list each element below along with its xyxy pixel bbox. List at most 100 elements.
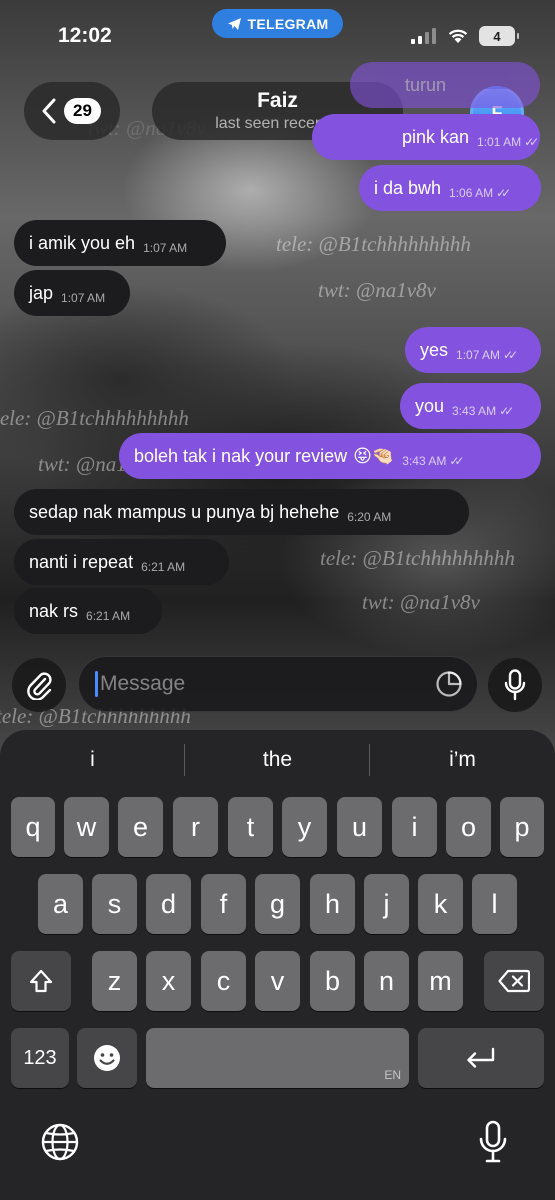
keyboard: i the i’m q w e r t y u i o p a s d f g … bbox=[0, 730, 555, 1200]
message-bubble-outgoing[interactable]: you 3:43 AM ✓✓ bbox=[400, 383, 541, 429]
message-text: boleh tak i nak your review bbox=[134, 445, 348, 466]
key-t[interactable]: t bbox=[228, 797, 273, 857]
message-time: 1:07 AM bbox=[143, 241, 188, 255]
message-bubble-outgoing[interactable]: boleh tak i nak your review 😝🤏🏻 3:43 AM ✓… bbox=[119, 433, 541, 479]
key-y[interactable]: y bbox=[282, 797, 327, 857]
divider bbox=[369, 744, 370, 776]
message-text: turun bbox=[405, 74, 447, 95]
telegram-pill[interactable]: TELEGRAM bbox=[212, 9, 343, 38]
message-time: 1:01 AM bbox=[477, 135, 522, 149]
status-icons: 4 bbox=[411, 26, 519, 46]
backspace-key[interactable] bbox=[484, 951, 544, 1011]
key-g[interactable]: g bbox=[255, 874, 300, 934]
suggestion-bar: i the i’m bbox=[0, 742, 555, 778]
key-e[interactable]: e bbox=[118, 797, 163, 857]
return-icon bbox=[467, 1047, 495, 1068]
return-key[interactable] bbox=[418, 1028, 544, 1088]
message-bubble-outgoing[interactable]: turun bbox=[350, 62, 540, 108]
message-bubble-incoming[interactable]: i amik you eh 1:07 AM bbox=[14, 220, 226, 266]
back-button[interactable]: 29 bbox=[24, 82, 120, 140]
message-input-container[interactable] bbox=[78, 656, 478, 712]
microphone-icon bbox=[504, 669, 526, 701]
message-bubble-outgoing[interactable]: yes 1:07 AM ✓✓ bbox=[405, 327, 541, 373]
message-time: 6:21 AM bbox=[86, 609, 131, 623]
message-bubble-incoming[interactable]: jap 1:07 AM bbox=[14, 270, 130, 316]
key-w[interactable]: w bbox=[64, 797, 109, 857]
key-b[interactable]: b bbox=[310, 951, 355, 1011]
message-meta: 1:01 AM ✓✓ bbox=[477, 135, 539, 149]
key-u[interactable]: u bbox=[337, 797, 382, 857]
key-o[interactable]: o bbox=[446, 797, 491, 857]
suggestion-item[interactable]: the bbox=[185, 742, 370, 778]
emoji-key[interactable] bbox=[77, 1028, 137, 1088]
key-j[interactable]: j bbox=[364, 874, 409, 934]
message-time: 3:43 AM bbox=[452, 404, 497, 418]
send-icon bbox=[227, 17, 241, 30]
suggestion-item[interactable]: i’m bbox=[370, 742, 555, 778]
key-n[interactable]: n bbox=[364, 951, 409, 1011]
key-h[interactable]: h bbox=[310, 874, 355, 934]
read-ticks-icon: ✓✓ bbox=[499, 404, 514, 418]
message-bubble-incoming[interactable]: nanti i repeat 6:21 AM bbox=[14, 539, 229, 585]
key-x[interactable]: x bbox=[146, 951, 191, 1011]
message-bubble-outgoing[interactable]: i da bwh 1:06 AM ✓✓ bbox=[359, 165, 541, 211]
watermark: tele: @B1tchhhhhhhhh bbox=[320, 546, 515, 570]
watermark: tele: @B1tchhhhhhhhh bbox=[0, 406, 189, 430]
message-time: 6:21 AM bbox=[141, 560, 186, 574]
message-text: you bbox=[415, 395, 445, 416]
unread-count-badge: 29 bbox=[64, 98, 101, 124]
sticker-icon[interactable] bbox=[435, 670, 463, 698]
message-text: i amik you eh bbox=[29, 232, 136, 253]
key-s[interactable]: s bbox=[92, 874, 137, 934]
key-k[interactable]: k bbox=[418, 874, 463, 934]
key-i[interactable]: i bbox=[392, 797, 437, 857]
contact-name: Faiz bbox=[257, 89, 298, 112]
message-time: 3:43 AM bbox=[402, 454, 447, 468]
key-l[interactable]: l bbox=[472, 874, 517, 934]
key-f[interactable]: f bbox=[201, 874, 246, 934]
suggestion-item[interactable]: i bbox=[0, 742, 185, 778]
message-meta: 1:06 AM ✓✓ bbox=[449, 186, 511, 200]
divider bbox=[184, 744, 185, 776]
read-ticks-icon: ✓✓ bbox=[449, 454, 464, 468]
emoji-face-icon bbox=[94, 1045, 120, 1071]
message-time: 1:06 AM bbox=[449, 186, 494, 200]
message-input[interactable] bbox=[100, 672, 420, 696]
chevron-left-icon bbox=[42, 98, 56, 124]
wifi-icon bbox=[448, 29, 468, 43]
key-c[interactable]: c bbox=[201, 951, 246, 1011]
text-cursor bbox=[95, 671, 98, 697]
key-r[interactable]: r bbox=[173, 797, 218, 857]
key-m[interactable]: m bbox=[418, 951, 463, 1011]
message-text: yes bbox=[420, 339, 449, 360]
key-a[interactable]: a bbox=[38, 874, 83, 934]
read-ticks-icon: ✓✓ bbox=[524, 135, 539, 149]
watermark: twt: @na1v8v bbox=[318, 278, 436, 302]
message-time: 1:07 AM bbox=[61, 291, 106, 305]
message-bubble-outgoing[interactable]: pink kan 1:01 AM ✓✓ bbox=[312, 114, 540, 160]
globe-icon[interactable] bbox=[40, 1122, 80, 1162]
message-bubble-incoming[interactable]: sedap nak mampus u punya bj hehehe 6:20 … bbox=[14, 489, 469, 535]
numbers-key[interactable]: 123 bbox=[11, 1028, 69, 1088]
watermark: twt: @na1v8v bbox=[362, 590, 480, 614]
shift-icon bbox=[29, 969, 53, 993]
key-p[interactable]: p bbox=[500, 797, 544, 857]
message-meta: 1:07 AM ✓✓ bbox=[456, 348, 518, 362]
message-time: 6:20 AM bbox=[347, 510, 392, 524]
key-q[interactable]: q bbox=[11, 797, 55, 857]
key-v[interactable]: v bbox=[255, 951, 300, 1011]
paperclip-icon bbox=[27, 672, 52, 700]
dictation-mic-icon[interactable] bbox=[478, 1120, 508, 1164]
key-z[interactable]: z bbox=[92, 951, 137, 1011]
message-bubble-incoming[interactable]: nak rs 6:21 AM bbox=[14, 588, 162, 634]
shift-key[interactable] bbox=[11, 951, 71, 1011]
key-d[interactable]: d bbox=[146, 874, 191, 934]
message-meta: 3:43 AM ✓✓ bbox=[452, 404, 514, 418]
voice-message-button[interactable] bbox=[488, 658, 542, 712]
message-meta: 3:43 AM ✓✓ bbox=[402, 454, 464, 468]
attach-button[interactable] bbox=[12, 658, 66, 712]
message-text: i da bwh bbox=[374, 177, 442, 198]
space-key[interactable]: EN bbox=[146, 1028, 409, 1088]
backspace-icon bbox=[498, 969, 530, 993]
message-text: sedap nak mampus u punya bj hehehe bbox=[29, 501, 340, 522]
